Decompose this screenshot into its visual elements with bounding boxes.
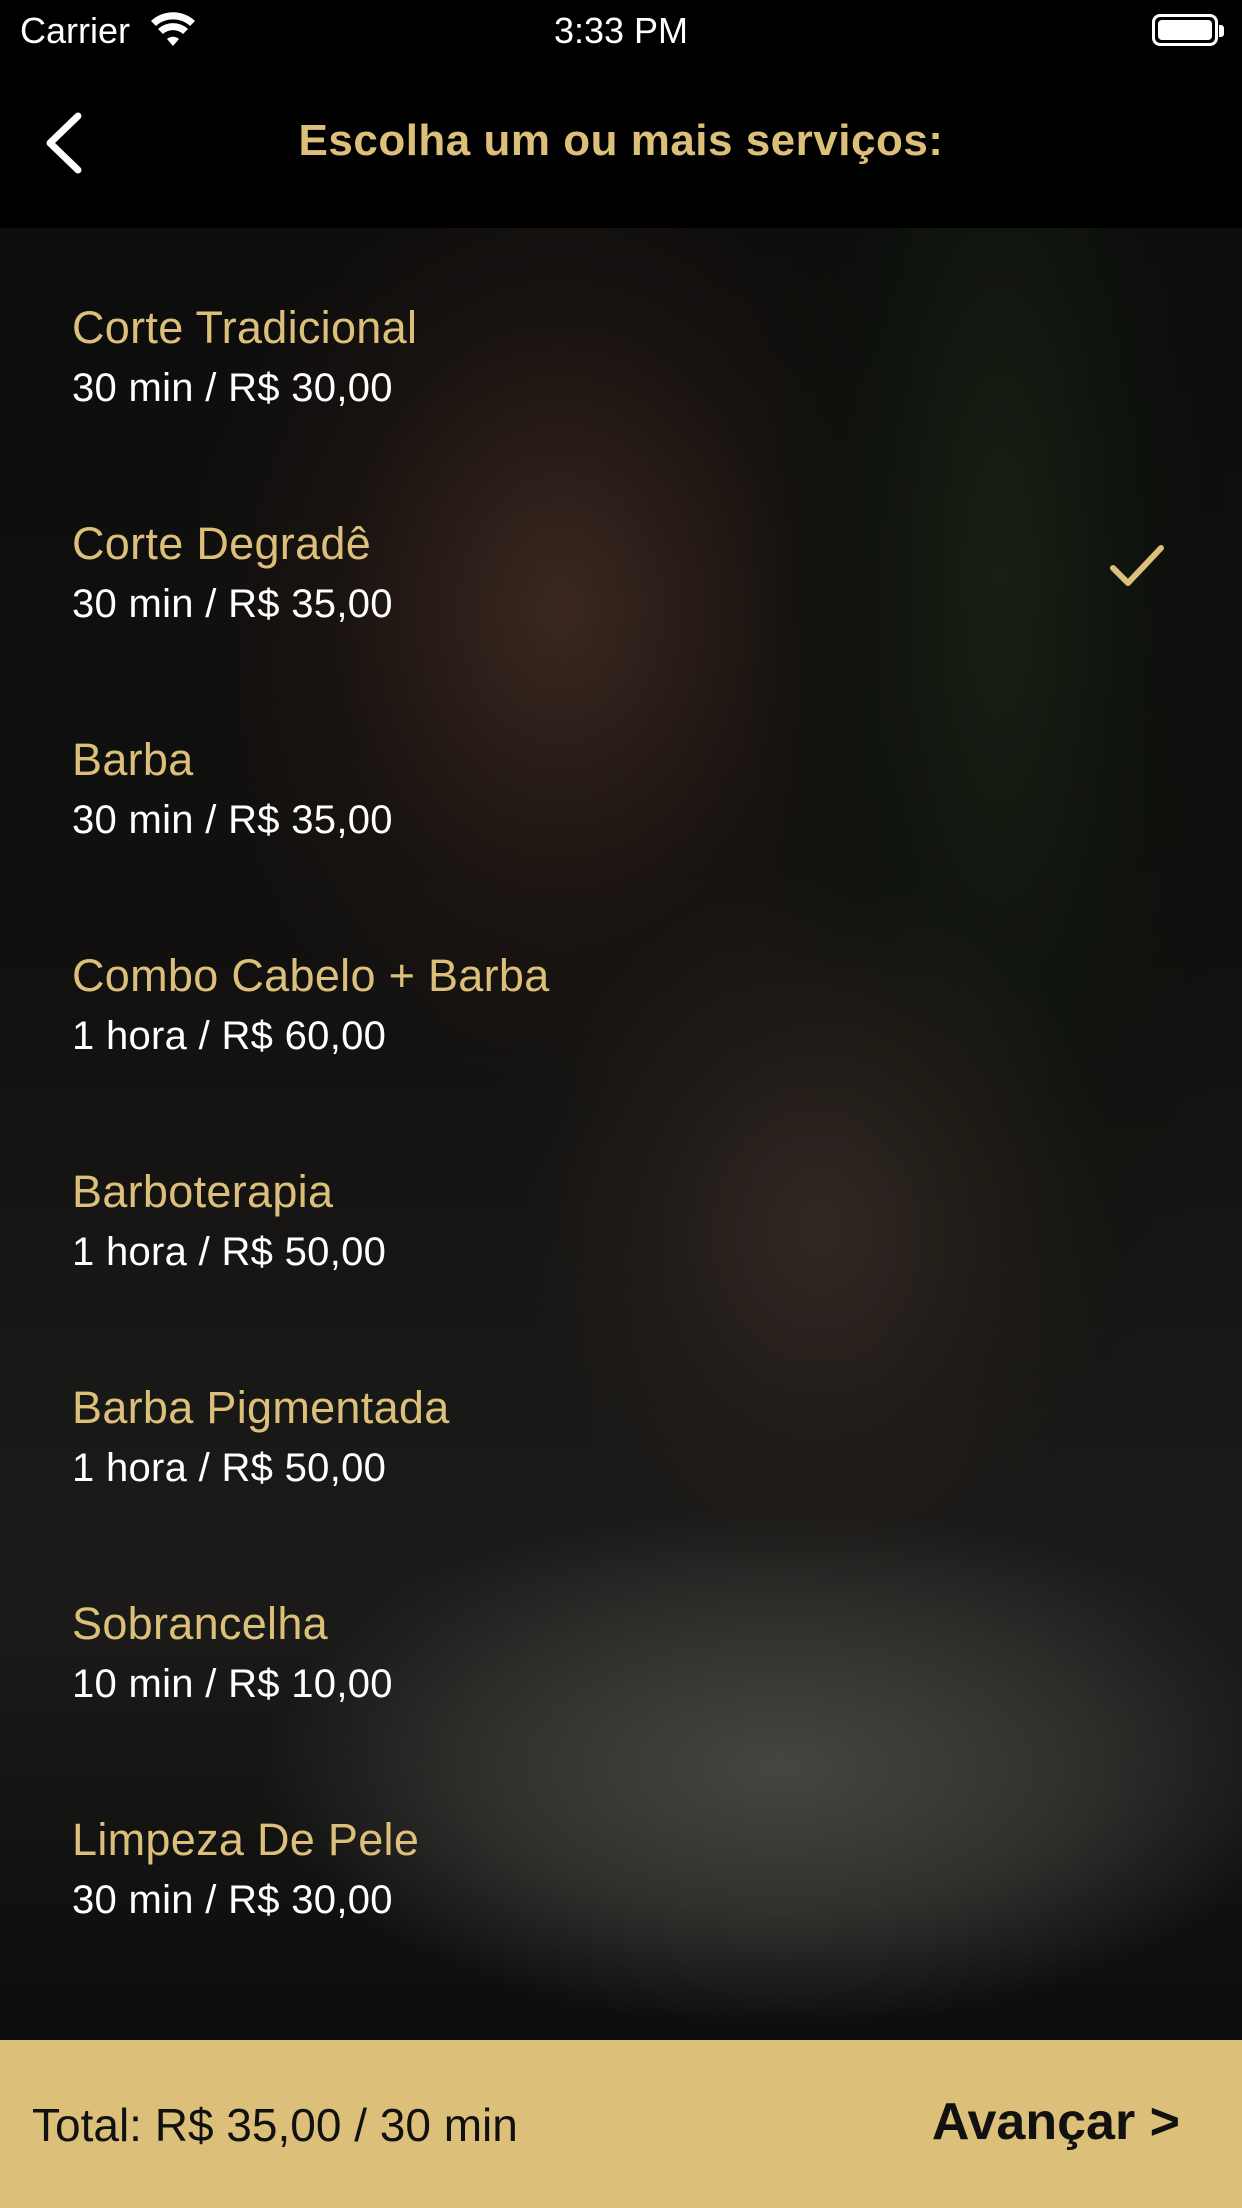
service-name: Sobrancelha [72, 1598, 328, 1649]
service-row[interactable]: Limpeza De Pele 30 min / R$ 30,00 [0, 1740, 1242, 1956]
total-summary: Total: R$ 35,00 / 30 min [32, 2099, 518, 2151]
service-row[interactable]: Corte Degradê 30 min / R$ 35,00 [0, 444, 1242, 660]
footer-bar: Total: R$ 35,00 / 30 min Avançar > [0, 2040, 1242, 2208]
service-duration-price: 10 min / R$ 10,00 [72, 1662, 393, 1706]
services-list: Corte Tradicional 30 min / R$ 30,00 Cort… [0, 228, 1242, 1956]
service-duration-price: 30 min / R$ 30,00 [72, 366, 393, 410]
service-name: Barba [72, 734, 194, 785]
service-duration-price: 1 hora / R$ 60,00 [72, 1014, 387, 1058]
advance-button[interactable]: Avançar > [932, 2092, 1180, 2152]
navigation-bar: Escolha um ou mais serviços: [0, 62, 1242, 228]
service-row[interactable]: Barba 30 min / R$ 35,00 [0, 660, 1242, 876]
service-name: Combo Cabelo + Barba [72, 950, 550, 1001]
service-duration-price: 1 hora / R$ 50,00 [72, 1230, 387, 1274]
service-row[interactable]: Sobrancelha 10 min / R$ 10,00 [0, 1524, 1242, 1740]
service-name: Corte Degradê [72, 518, 372, 569]
checkmark-icon [1110, 545, 1164, 586]
service-name: Limpeza De Pele [72, 1814, 420, 1865]
service-duration-price: 1 hora / R$ 50,00 [72, 1446, 387, 1490]
service-duration-price: 30 min / R$ 30,00 [72, 1878, 393, 1922]
page-title: Escolha um ou mais serviços: [298, 116, 944, 165]
service-name: Barboterapia [72, 1166, 334, 1217]
clock: 3:33 PM [553, 10, 689, 51]
service-row[interactable]: Barboterapia 1 hora / R$ 50,00 [0, 1092, 1242, 1308]
service-name: Corte Tradicional [72, 302, 418, 353]
battery-icon [1152, 14, 1224, 46]
service-row[interactable]: Corte Tradicional 30 min / R$ 30,00 [0, 228, 1242, 444]
service-name: Barba Pigmentada [72, 1382, 450, 1433]
status-bar: Carrier 3:33 PM [0, 0, 1242, 62]
service-row[interactable]: Barba Pigmentada 1 hora / R$ 50,00 [0, 1308, 1242, 1524]
service-duration-price: 30 min / R$ 35,00 [72, 798, 393, 842]
service-duration-price: 30 min / R$ 35,00 [72, 582, 393, 626]
service-row[interactable]: Combo Cabelo + Barba 1 hora / R$ 60,00 [0, 876, 1242, 1092]
screen: Carrier 3:33 PM Escolha um ou mais servi… [0, 0, 1242, 2208]
